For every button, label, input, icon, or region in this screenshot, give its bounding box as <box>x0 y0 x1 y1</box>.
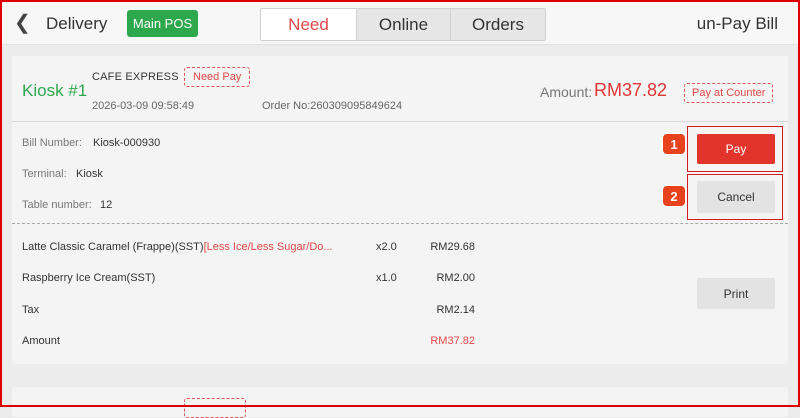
amount-label: Amount: <box>540 84 593 100</box>
item-price: RM29.68 <box>430 241 475 253</box>
order-card: Kiosk #1 CAFE EXPRESS Need Pay 2026-03-0… <box>12 56 788 364</box>
annotation-badge-2: 2 <box>663 186 685 206</box>
terminal-label: Terminal: <box>22 168 67 180</box>
total-label: Amount <box>22 335 60 347</box>
kiosk-id: Kiosk #1 <box>22 81 88 100</box>
tax-value: RM2.14 <box>436 304 475 316</box>
terminal-value: Kiosk <box>76 168 103 180</box>
status-badge <box>184 398 246 418</box>
table-number-value: 12 <box>100 199 113 211</box>
order-time: 2026-03-09 09:58:49 <box>92 100 195 112</box>
order-number: Order No:260309095849624 <box>262 100 403 112</box>
item-quantity: x1.0 <box>376 272 397 284</box>
page-title: un-Pay Bill <box>696 14 778 33</box>
item-quantity: x2.0 <box>376 241 397 253</box>
tab-online[interactable]: Online <box>356 9 450 40</box>
back-arrow-icon[interactable]: ❮ <box>14 11 31 35</box>
main-pos-button[interactable]: Main POS <box>127 10 198 37</box>
cancel-button[interactable]: Cancel <box>697 181 775 213</box>
dashed-divider <box>12 223 788 224</box>
divider <box>12 121 788 122</box>
annotation-badge-1: 1 <box>663 134 685 154</box>
item-name: Raspberry Ice Cream(SST) <box>22 272 156 284</box>
item-price: RM2.00 <box>436 272 475 284</box>
tax-label: Tax <box>22 304 40 316</box>
pay-button[interactable]: Pay <box>697 134 775 164</box>
item-name: Latte Classic Caramel (Frappe)(SST)[Less… <box>22 241 333 253</box>
payment-method-badge: Pay at Counter <box>684 83 774 103</box>
bill-number-label: Bill Number: <box>22 137 82 149</box>
status-badge: Need Pay <box>184 67 251 87</box>
tab-need-pay[interactable]: Need Pay(7) <box>261 9 356 40</box>
table-number-label: Table number: <box>22 199 92 211</box>
item-note: [Less Ice/Less Sugar/Do... <box>203 241 333 253</box>
next-order-card[interactable] <box>12 387 788 418</box>
store-name: CAFE EXPRESS <box>92 71 179 83</box>
bill-number-value: Kiosk-000930 <box>93 137 161 149</box>
total-value: RM37.82 <box>430 335 475 347</box>
print-button[interactable]: Print <box>697 278 775 309</box>
tab-orders[interactable]: Orders <box>450 9 545 40</box>
back-label[interactable]: Delivery <box>46 14 107 34</box>
order-tabs: Need Pay(7) Online Orders <box>260 8 546 41</box>
amount-value: RM37.82 <box>594 80 668 100</box>
top-bar: ❮ Delivery Main POS Need Pay(7) Online O… <box>2 2 798 45</box>
